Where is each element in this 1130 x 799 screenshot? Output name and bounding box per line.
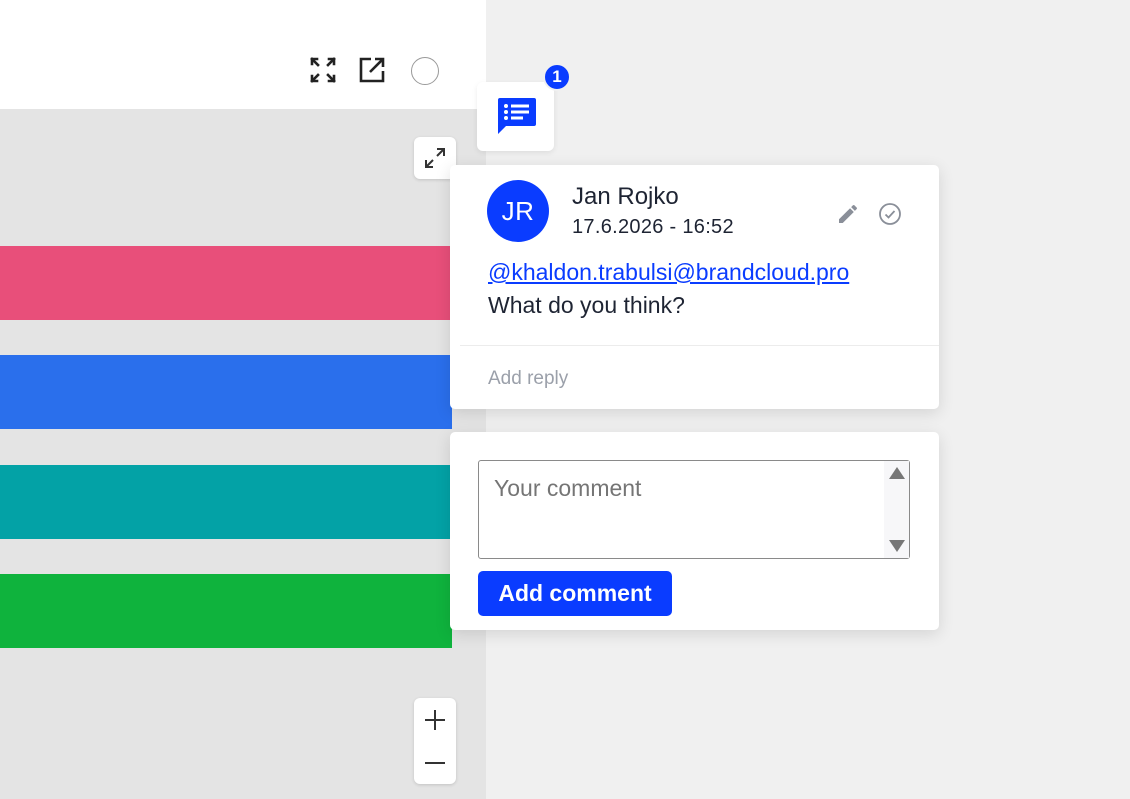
zoom-controls: [414, 698, 456, 784]
comment-textarea-placeholder: Your comment: [494, 475, 642, 501]
fullscreen-icon[interactable]: [307, 54, 339, 86]
open-external-icon[interactable]: [356, 54, 388, 86]
comments-toggle-button[interactable]: [477, 82, 554, 151]
comment-author: Jan Rojko: [572, 183, 679, 210]
scroll-up-arrow-icon[interactable]: [889, 467, 905, 479]
minus-icon: [425, 761, 445, 764]
plus-icon: [425, 709, 445, 730]
comment-count-badge: 1: [543, 63, 571, 91]
expand-arrows-icon: [425, 148, 445, 168]
comment-timestamp: 17.6.2026 - 16:52: [572, 216, 734, 238]
status-circle-icon[interactable]: [411, 57, 439, 85]
color-stripe-pink: [0, 246, 452, 320]
pencil-icon[interactable]: [835, 201, 861, 227]
avatar: JR: [487, 180, 549, 242]
zoom-out-button[interactable]: [414, 741, 456, 784]
comment-textarea[interactable]: Your comment: [478, 460, 910, 559]
add-comment-button[interactable]: Add comment: [478, 571, 672, 616]
zoom-in-button[interactable]: [414, 698, 456, 741]
check-circle-icon[interactable]: [877, 201, 903, 227]
new-comment-card: Your comment Add comment: [450, 432, 939, 630]
color-stripe-blue: [0, 355, 452, 429]
comment-thread-card: JR Jan Rojko 17.6.2026 - 16:52 @khaldon.…: [450, 165, 939, 409]
textarea-scrollbar[interactable]: [884, 461, 909, 558]
mention-link[interactable]: @khaldon.trabulsi@brandcloud.pro: [488, 259, 849, 286]
canvas-panel: [0, 0, 486, 799]
color-stripe-green: [0, 574, 452, 648]
reply-input[interactable]: Add reply: [488, 368, 568, 390]
comment-list-icon: [497, 97, 536, 134]
color-stripe-teal: [0, 465, 452, 539]
divider: [460, 345, 939, 346]
canvas-toolbar: [0, 0, 486, 109]
scroll-down-arrow-icon[interactable]: [889, 540, 905, 552]
comment-text: What do you think?: [488, 292, 685, 318]
